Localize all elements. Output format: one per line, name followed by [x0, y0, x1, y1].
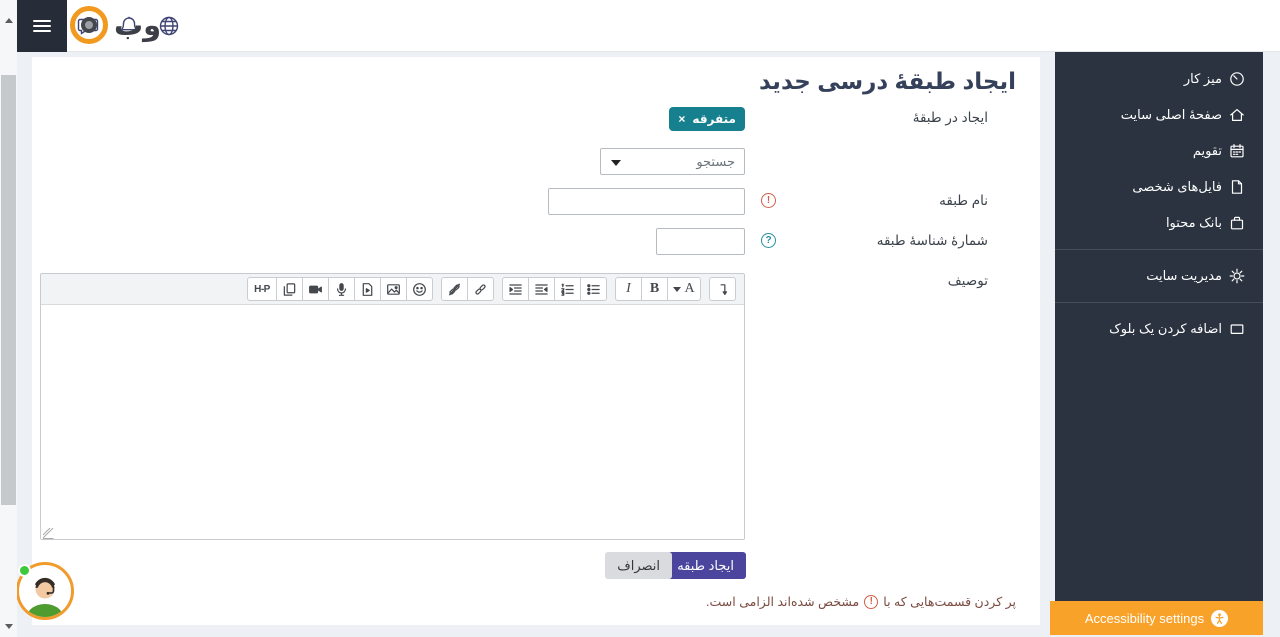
parent-category-label: ایجاد در طبقهٔ — [913, 110, 988, 126]
resize-handle-icon[interactable] — [43, 526, 54, 537]
sidebar-divider — [1055, 302, 1263, 303]
ordered-list-icon[interactable] — [554, 277, 581, 301]
file-icon — [1229, 179, 1245, 195]
sidebar-divider — [1055, 249, 1263, 250]
create-category-button[interactable]: ایجاد طبقه — [665, 552, 746, 579]
bold-button[interactable]: B — [641, 277, 668, 301]
category-search-select[interactable]: جستجو — [600, 148, 745, 175]
sidebar-item-label: فایل‌های شخصی — [1132, 179, 1222, 195]
italic-button[interactable]: I — [615, 277, 642, 301]
scrollbar-thumb[interactable] — [1, 75, 16, 505]
sidebar-item-label: میز کار — [1184, 71, 1222, 87]
scroll-down-icon[interactable] — [5, 624, 13, 629]
site-logo[interactable]: وب — [70, 6, 161, 44]
category-name-label: نام طبقه — [939, 193, 988, 209]
accessibility-icon — [1211, 610, 1228, 627]
h5p-button[interactable]: H-P — [247, 277, 277, 301]
sidebar-item-label: تقویم — [1193, 143, 1222, 159]
video-icon[interactable] — [302, 277, 329, 301]
category-idnumber-label: شمارهٔ شناسهٔ طبقه — [877, 233, 988, 249]
description-editor: H-P — [40, 273, 745, 540]
scroll-up-icon[interactable] — [5, 18, 13, 23]
description-label: توصیف — [948, 273, 988, 289]
topbar: وب — [0, 0, 1280, 52]
hamburger-icon — [33, 17, 51, 35]
emoji-icon[interactable] — [406, 277, 433, 301]
font-color-label: A — [684, 281, 694, 297]
sidebar-item-label: مدیریت سایت — [1146, 268, 1222, 284]
microphone-icon[interactable] — [328, 277, 355, 301]
page-scrollbar[interactable] — [0, 0, 17, 637]
sidebar-item-add-block[interactable]: اضافه کردن یک بلوک — [1055, 311, 1263, 347]
sidebar-item-label: صفحهٔ اصلی سایت — [1121, 107, 1222, 123]
sidebar-item-content-bank[interactable]: بانک محتوا — [1055, 205, 1263, 241]
category-idnumber-input[interactable] — [656, 228, 745, 255]
unlink-icon[interactable] — [441, 277, 468, 301]
sidebar-item-private-files[interactable]: فایل‌های شخصی — [1055, 169, 1263, 205]
accessibility-settings-button[interactable]: Accessibility settings — [1050, 601, 1263, 635]
link-icon[interactable] — [467, 277, 494, 301]
badge-close-icon[interactable]: × — [678, 112, 685, 126]
parent-category-badge[interactable]: متفرقه × — [669, 107, 745, 131]
sidebar-item-calendar[interactable]: تقویم — [1055, 133, 1263, 169]
sidebar-item-site-home[interactable]: صفحهٔ اصلی سایت — [1055, 97, 1263, 133]
block-icon — [1229, 321, 1245, 337]
required-note-prefix: پر کردن قسمت‌هایی که با — [883, 594, 1016, 609]
help-icon: ? — [761, 233, 776, 248]
sidebar: میز کار صفحهٔ اصلی سایت تقویم فایل‌های ش… — [1055, 52, 1263, 601]
required-icon: ! — [864, 595, 878, 609]
select-caret-icon — [611, 160, 621, 166]
media-doc-icon[interactable] — [354, 277, 381, 301]
indent-right-icon[interactable] — [502, 277, 529, 301]
badge-label: متفرقه — [692, 112, 736, 126]
online-status-dot — [18, 564, 31, 577]
logo-text: وب — [114, 8, 161, 43]
editor-toolbar: H-P — [41, 274, 744, 305]
main-content: ایجاد طبقهٔ درسی جدید ایجاد در طبقهٔ متف… — [32, 57, 1040, 625]
page-title: ایجاد طبقهٔ درسی جدید — [759, 68, 1016, 95]
caret-down-icon — [673, 287, 681, 292]
sidebar-item-site-admin[interactable]: مدیریت سایت — [1055, 258, 1263, 294]
gear-icon — [1229, 268, 1245, 284]
required-note-suffix: مشخص شده‌اند الزامی است. — [706, 594, 859, 609]
required-note: پر کردن قسمت‌هایی که با ! مشخص شده‌اند ا… — [706, 594, 1016, 609]
search-placeholder: جستجو — [696, 154, 735, 170]
sidebar-item-label: اضافه کردن یک بلوک — [1109, 321, 1222, 337]
sidebar-item-label: بانک محتوا — [1166, 215, 1222, 231]
image-icon[interactable] — [380, 277, 407, 301]
required-icon: ! — [761, 193, 776, 208]
category-name-input[interactable] — [548, 188, 745, 215]
hamburger-menu-button[interactable] — [17, 0, 67, 52]
calendar-icon — [1229, 143, 1245, 159]
accessibility-settings-label: Accessibility settings — [1085, 611, 1204, 626]
support-chat-button[interactable] — [14, 562, 74, 622]
text-direction-icon[interactable] — [709, 277, 736, 301]
cancel-button[interactable]: انصراف — [605, 552, 672, 579]
dashboard-icon — [1229, 71, 1245, 87]
logo-swirl-icon — [70, 6, 108, 44]
copy-files-icon[interactable] — [276, 277, 303, 301]
page-root: وب میز کار صفحهٔ اصلی سایت تقویم فایل‌ها… — [0, 0, 1280, 637]
font-color-button[interactable]: A — [667, 277, 701, 301]
sidebar-item-dashboard[interactable]: میز کار — [1055, 61, 1263, 97]
home-icon — [1229, 107, 1245, 123]
content-bank-icon — [1229, 215, 1245, 231]
indent-left-icon[interactable] — [528, 277, 555, 301]
editor-content-area[interactable] — [41, 305, 744, 539]
unordered-list-icon[interactable] — [580, 277, 607, 301]
